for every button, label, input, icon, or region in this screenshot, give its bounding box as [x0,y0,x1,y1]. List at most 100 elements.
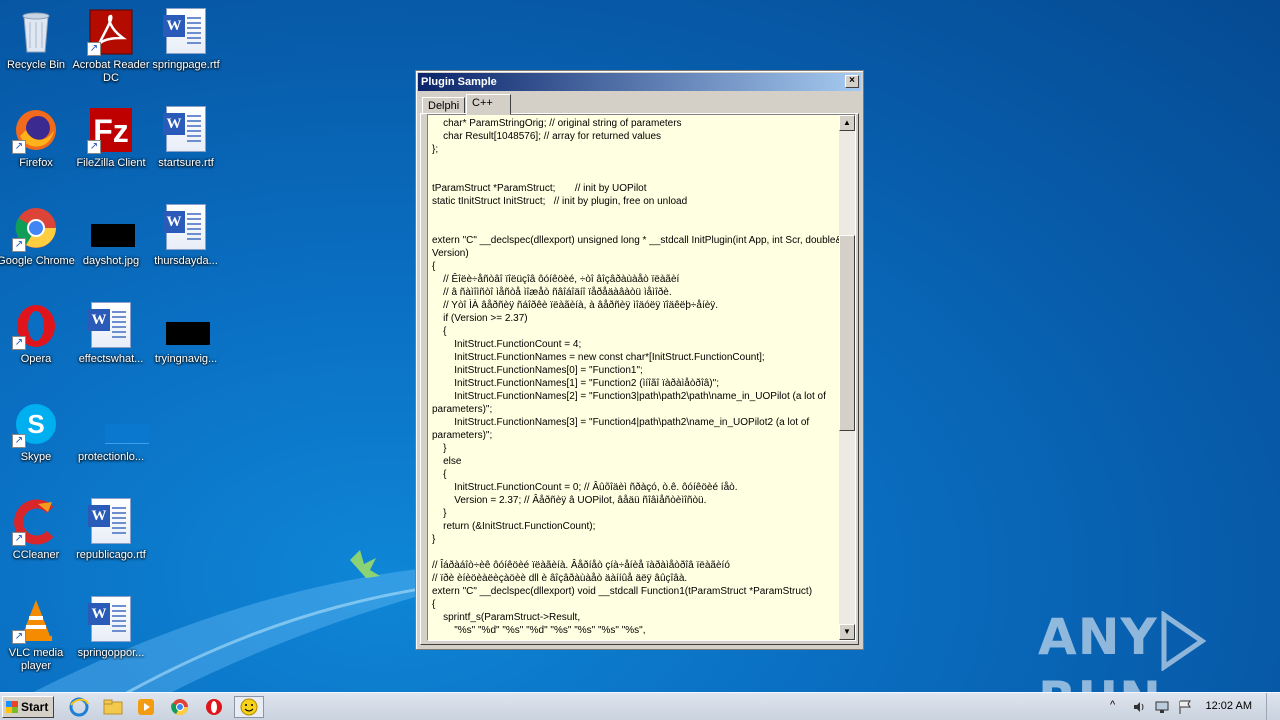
shortcut-arrow-icon: ↗ [87,140,101,154]
start-label: Start [21,700,49,714]
desktop-icon-protectionlo[interactable]: protectionlo... [72,400,150,464]
network-icon[interactable] [1154,699,1170,715]
explorer-icon[interactable] [102,696,126,718]
code-line: // Êîëè÷åñòâî ïîëüçîâ ôóíêöèé, ÷òî âîçâð… [432,274,680,285]
action-center-flag-icon[interactable] [1178,699,1192,715]
icon-label: Acrobat Reader DC [72,59,150,84]
watermark-left: ANY [1038,608,1158,666]
desktop-icon-firefox[interactable]: ↗ Firefox [0,106,75,170]
plugin-sample-window: Plugin Sample × Delphi C++ char* ParamSt… [415,70,864,650]
skype-icon: S ↗ [12,400,60,448]
code-line: InitStruct.FunctionCount = 0; // Âûõîäèì… [432,482,738,493]
icon-label: springoppor... [77,647,145,659]
chrome-icon: ↗ [12,204,60,252]
smiley-icon[interactable] [234,696,264,718]
code-line: char* ParamStringOrig; // original strin… [432,118,682,129]
icon-label: Recycle Bin [6,59,66,71]
code-line: // ïðè èíèöèàëèçàöèè dll è âîçâðàùàåò äà… [432,573,688,584]
filezilla-icon: Fz ↗ [87,106,135,154]
code-line: } [432,508,447,519]
code-editor[interactable]: char* ParamStringOrig; // original strin… [427,114,856,641]
icon-label: startsure.rtf [158,157,214,169]
word-document-icon: W [162,8,210,56]
code-line: InitStruct.FunctionNames[0] = "Function1… [432,365,643,376]
icon-label: protectionlo... [77,451,145,463]
ie-icon[interactable] [68,696,92,718]
volume-icon[interactable] [1132,700,1146,714]
code-line: InitStruct.FunctionNames[1] = "Function2… [432,378,719,389]
code-line: InitStruct.FunctionNames[3] = "Function4… [432,417,812,441]
desktop-icon-tryingnavig[interactable]: tryingnavig... [147,302,225,366]
start-button[interactable]: Start [2,696,54,718]
desktop-icon-skype[interactable]: S ↗ Skype [0,400,75,464]
scroll-thumb[interactable] [839,235,855,431]
windows-flag-icon [6,701,18,713]
window-title: Plugin Sample [421,76,497,88]
desktop: Recycle Bin ↗ Firefox ↗ Google Chrome ↗ … [0,0,1280,692]
code-line: InitStruct.FunctionNames = new const cha… [432,352,765,363]
desktop-icon-opera[interactable]: ↗ Opera [0,302,75,366]
desktop-icon-effectswhat[interactable]: W effectswhat... [72,302,150,366]
word-document-icon: W [162,106,210,154]
desktop-icon-dayshot[interactable]: dayshot.jpg [72,204,150,268]
firefox-icon: ↗ [12,106,60,154]
image-file-icon [162,302,210,350]
desktop-icon-springoppor[interactable]: W springoppor... [72,596,150,660]
word-document-icon: W [87,498,135,546]
shortcut-arrow-icon: ↗ [12,630,26,644]
code-line: extern "C" __declspec(dllexport) void __… [432,586,813,597]
clock[interactable]: 12:02 AM [1206,700,1252,712]
icon-label: Skype [20,451,52,463]
show-desktop-button[interactable] [1266,693,1280,720]
window-titlebar[interactable]: Plugin Sample × [418,73,861,91]
scroll-up-button[interactable]: ▲ [839,115,855,131]
desktop-icon-vlc[interactable]: ↗ VLC media player [0,596,75,673]
desktop-icon-google-chrome[interactable]: ↗ Google Chrome [0,204,75,268]
desktop-icon-ccleaner[interactable]: ↗ CCleaner [0,498,75,562]
code-line: char Result[1048576]; // array for retur… [432,131,662,142]
chrome-icon[interactable] [169,696,193,718]
word-document-icon: W [162,204,210,252]
icon-label: Firefox [19,157,53,169]
ccleaner-icon: ↗ [12,498,60,546]
shortcut-arrow-icon: ↗ [12,336,26,350]
desktop-icon-springpage[interactable]: W springpage.rtf [147,8,225,72]
scroll-down-button[interactable]: ▼ [839,624,855,640]
desktop-icon-thursdayda[interactable]: W thursdayda... [147,204,225,268]
file-icon [87,400,149,448]
code-text: char* ParamStringOrig; // original strin… [432,117,846,637]
media-player-icon[interactable] [135,696,159,718]
code-line: else [432,456,462,467]
tray-expand-button[interactable]: ^ [1110,699,1115,711]
tab-panel: char* ParamStringOrig; // original strin… [420,113,859,645]
taskbar: Start ^ 12:02 AM [0,692,1280,720]
icon-label: Opera [20,353,52,365]
code-line: { [432,326,447,337]
code-line: if (Version >= 2.37) [432,313,528,324]
desktop-icon-recycle-bin[interactable]: Recycle Bin [0,8,75,72]
code-line: tParamStruct *ParamStruct; // init by UO… [432,183,647,194]
icon-label: tryingnavig... [154,353,218,365]
opera-icon[interactable] [203,696,227,718]
vertical-scrollbar[interactable]: ▲ ▼ [839,115,855,640]
desktop-icon-acrobat[interactable]: ↗ Acrobat Reader DC [72,8,150,85]
icon-label: VLC media player [8,647,64,672]
recycle-bin-icon [12,8,60,56]
code-line: static tInitStruct InitStruct; // init b… [432,196,688,207]
desktop-icon-republicago[interactable]: W republicago.rtf [72,498,150,562]
tab-cpp[interactable]: C++ [466,94,511,115]
code-line: Version = 2.37; // Âåðñèÿ â UOPilot, âåä… [432,495,707,506]
desktop-icon-filezilla[interactable]: Fz ↗ FileZilla Client [72,106,150,170]
code-line: "%s" "%d" "%s" "%d" "%s" "%s" "%s" "%s", [432,625,646,636]
code-line: return (&InitStruct.FunctionCount); [432,521,596,532]
shortcut-arrow-icon: ↗ [12,238,26,252]
code-line: } [432,534,436,545]
desktop-icon-startsure[interactable]: W startsure.rtf [147,106,225,170]
code-line: InitStruct.FunctionNames[2] = "Function3… [432,391,829,415]
code-line: // â ñàìîìñòî ìåñòå ìîæåò ñâîáîäíî ïåðåä… [432,287,672,298]
shortcut-arrow-icon: ↗ [12,140,26,154]
icon-label: CCleaner [12,549,60,561]
code-line: // Yòî ÌÀ âåðñèÿ ñáîðêè ïëàãèíà, à âåðñè… [432,300,719,311]
close-button[interactable]: × [845,75,859,88]
